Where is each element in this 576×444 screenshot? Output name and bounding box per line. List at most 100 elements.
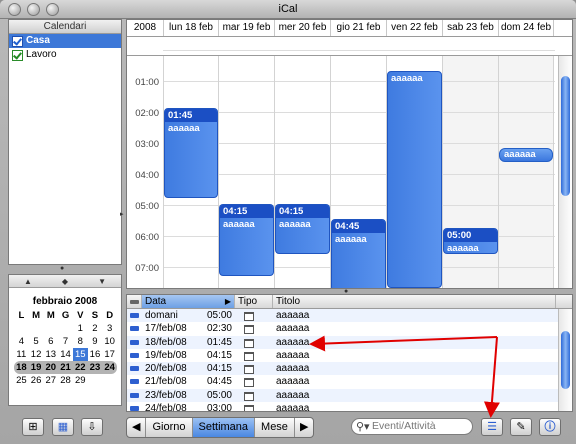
day-cell[interactable]: 23 bbox=[88, 361, 103, 374]
day-cell[interactable]: 15 bbox=[72, 348, 88, 361]
day-cell[interactable]: 6 bbox=[43, 335, 58, 348]
day-header[interactable]: mer 20 feb bbox=[275, 20, 331, 36]
day-cell[interactable]: 21 bbox=[58, 361, 73, 374]
week-row[interactable]: 11 12 13 14 15 16 17 bbox=[14, 348, 117, 361]
list-row[interactable]: 17/feb/08 02:30 aaaaaa bbox=[127, 322, 572, 335]
column-date-header[interactable]: Data ▶ bbox=[142, 295, 235, 308]
day-cell[interactable]: 14 bbox=[58, 348, 73, 361]
list-row[interactable]: 20/feb/08 04:15 aaaaaa bbox=[127, 362, 572, 376]
minimize-icon[interactable] bbox=[27, 3, 40, 16]
title-bar[interactable]: iCal bbox=[0, 0, 576, 19]
day-cell[interactable]: 17 bbox=[102, 348, 117, 361]
today-icon[interactable]: ◆ bbox=[62, 277, 68, 286]
time-grid[interactable]: 01:00 02:00 03:00 04:00 05:00 06:00 07:00 01:45… bbox=[127, 50, 572, 288]
hour-line bbox=[163, 143, 555, 144]
day-header[interactable]: sab 23 feb bbox=[443, 20, 499, 36]
day-cell[interactable]: 19 bbox=[29, 361, 44, 374]
day-header[interactable]: dom 24 feb bbox=[499, 20, 554, 36]
next-icon[interactable]: ▶ bbox=[295, 418, 313, 437]
calendar-event[interactable]: 04:45 aaaaaa bbox=[331, 219, 386, 288]
day-header[interactable]: mar 19 feb bbox=[219, 20, 275, 36]
info-button[interactable]: ⓘ bbox=[539, 418, 561, 436]
list-row[interactable]: 21/feb/08 04:45 aaaaaa bbox=[127, 375, 572, 388]
day-cell[interactable]: 24 bbox=[102, 361, 117, 374]
add-calendar-icon: ⊞ bbox=[28, 421, 38, 433]
calendar-event[interactable]: aaaaaa bbox=[387, 71, 442, 288]
week-row[interactable]: 123 bbox=[14, 322, 117, 335]
tab-week[interactable]: Settimana bbox=[192, 418, 256, 437]
day-cell[interactable]: 8 bbox=[73, 335, 88, 348]
day-cell bbox=[29, 322, 44, 335]
day-cell[interactable]: 18 bbox=[14, 361, 29, 374]
calendar-event[interactable]: aaaaaa bbox=[499, 148, 553, 162]
day-cell[interactable]: 25 bbox=[14, 374, 29, 387]
title-cell: aaaaaa bbox=[276, 403, 310, 412]
checkbox-icon[interactable] bbox=[12, 35, 23, 47]
mini-calendar-toggle-button[interactable]: ▦ bbox=[52, 418, 74, 436]
day-cell[interactable]: 5 bbox=[29, 335, 44, 348]
calendar-event[interactable]: 01:45 aaaaaa bbox=[164, 108, 218, 198]
notification-button[interactable]: ⇩ bbox=[81, 418, 103, 436]
list-row[interactable]: 23/feb/08 05:00 aaaaaa bbox=[127, 388, 572, 403]
close-icon[interactable] bbox=[8, 3, 21, 16]
checkbox-icon[interactable] bbox=[12, 49, 23, 61]
column-title-header[interactable]: Titolo bbox=[273, 295, 556, 308]
calendar-color-icon bbox=[130, 313, 139, 318]
week-scrollbar[interactable] bbox=[558, 56, 572, 288]
list-scroll-thumb[interactable] bbox=[561, 331, 570, 389]
column-type-header[interactable]: Tipo bbox=[235, 295, 273, 308]
day-cell[interactable]: 20 bbox=[43, 361, 58, 374]
weekday-label: M bbox=[32, 310, 41, 321]
day-cell[interactable]: 22 bbox=[73, 361, 88, 374]
day-header[interactable]: gio 21 feb bbox=[331, 20, 387, 36]
list-row[interactable]: 18/feb/08 01:45 aaaaaa bbox=[127, 335, 572, 349]
next-month-icon[interactable]: ▼ bbox=[98, 277, 106, 286]
day-cell[interactable]: 4 bbox=[14, 335, 29, 348]
calendar-item-lavoro[interactable]: Lavoro bbox=[9, 48, 121, 62]
all-day-row bbox=[127, 37, 572, 56]
day-cell[interactable]: 28 bbox=[58, 374, 73, 387]
day-cell[interactable]: 29 bbox=[73, 374, 88, 387]
sidebar-resize-handle-icon[interactable]: ▸ bbox=[120, 210, 124, 218]
list-row[interactable]: 19/feb/08 04:15 aaaaaa bbox=[127, 349, 572, 362]
list-scrollbar[interactable] bbox=[558, 309, 572, 411]
search-field[interactable]: ⚲▾ Eventi/Attività bbox=[351, 418, 473, 435]
day-cell[interactable]: 27 bbox=[43, 374, 58, 387]
day-cell[interactable]: 10 bbox=[102, 335, 117, 348]
day-cell[interactable]: 26 bbox=[29, 374, 44, 387]
day-cell[interactable]: 7 bbox=[58, 335, 73, 348]
day-cell[interactable]: 16 bbox=[88, 348, 103, 361]
day-cell[interactable]: 1 bbox=[73, 322, 88, 335]
day-cell[interactable]: 12 bbox=[29, 348, 44, 361]
list-view-button[interactable]: ☰ bbox=[481, 418, 503, 436]
day-cell[interactable]: 9 bbox=[88, 335, 103, 348]
split-handle-icon[interactable]: ● bbox=[60, 265, 64, 272]
add-calendar-button[interactable]: ⊞ bbox=[22, 418, 44, 436]
day-cell[interactable]: 11 bbox=[14, 348, 29, 361]
search-placeholder: Eventi/Attività bbox=[372, 420, 436, 432]
week-row[interactable]: 25 26 27 28 29 bbox=[14, 374, 117, 387]
day-cell[interactable]: 3 bbox=[102, 322, 117, 335]
list-row[interactable]: 24/feb/08 03:00 aaaaaa bbox=[127, 402, 572, 412]
column-color-header[interactable] bbox=[127, 295, 142, 308]
day-cell[interactable]: 13 bbox=[43, 348, 58, 361]
tab-month[interactable]: Mese bbox=[255, 418, 295, 437]
week-row[interactable]: 18 19 20 21 22 23 24 bbox=[14, 361, 117, 374]
previous-icon[interactable]: ◀ bbox=[127, 418, 147, 437]
day-header[interactable]: ven 22 feb bbox=[387, 20, 443, 36]
inbox-icon: ⇩ bbox=[87, 421, 97, 433]
calendar-event[interactable]: 04:15 aaaaaa bbox=[219, 204, 274, 276]
week-row[interactable]: 4 5 6 7 8 9 10 bbox=[14, 335, 117, 348]
list-row[interactable]: domani 05:00 aaaaaa bbox=[127, 309, 572, 323]
day-header[interactable]: lun 18 feb bbox=[164, 20, 219, 36]
zoom-icon[interactable] bbox=[46, 3, 59, 16]
todo-button[interactable]: ✎ bbox=[510, 418, 532, 436]
tab-day[interactable]: Giorno bbox=[146, 418, 193, 437]
day-cell[interactable]: 2 bbox=[88, 322, 103, 335]
event-time: 01:45 bbox=[165, 109, 217, 122]
calendar-event[interactable]: 04:15 aaaaaa bbox=[275, 204, 330, 254]
calendar-event[interactable]: 05:00 aaaaaa bbox=[443, 228, 498, 254]
calendar-item-casa[interactable]: Casa bbox=[9, 34, 121, 48]
week-scroll-thumb[interactable] bbox=[561, 76, 570, 196]
previous-month-icon[interactable]: ▲ bbox=[24, 277, 32, 286]
